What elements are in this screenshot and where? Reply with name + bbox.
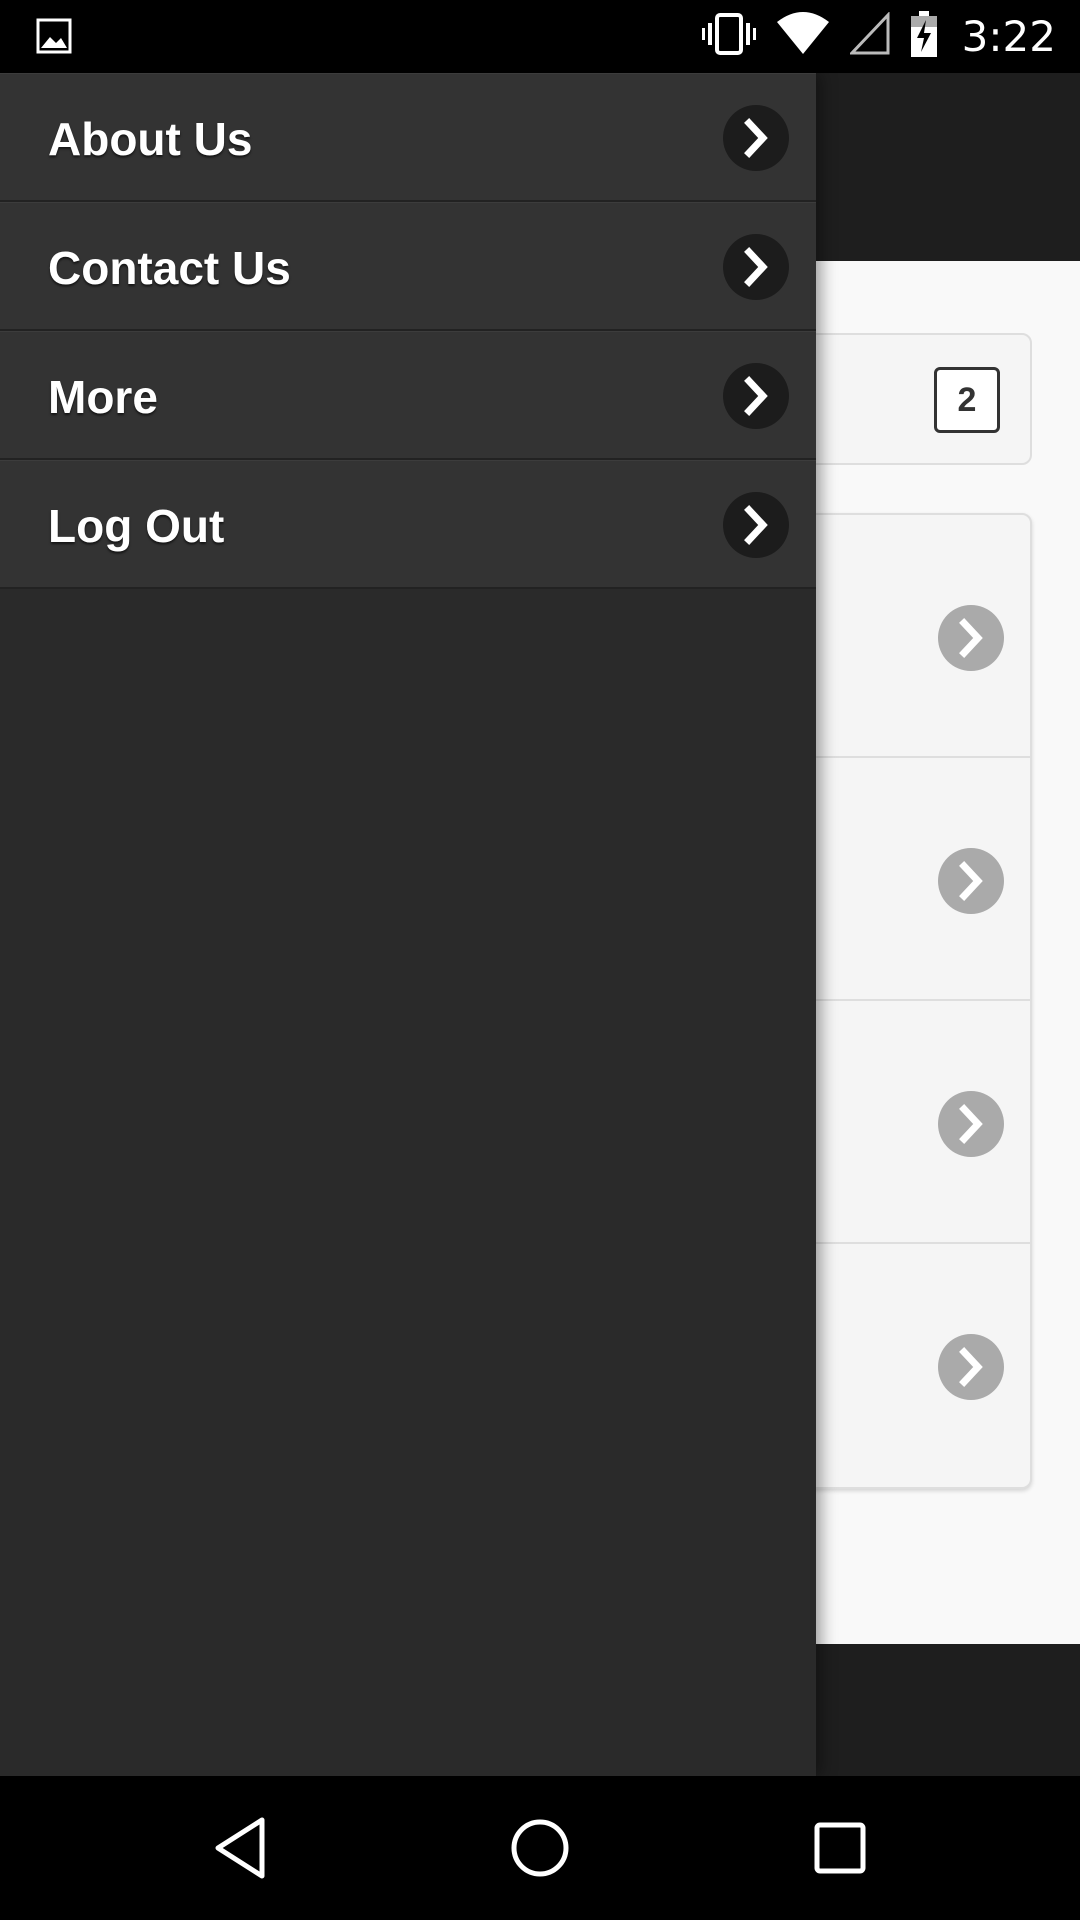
navigation-drawer: About Us Contact Us More Log Out <box>0 73 816 1776</box>
system-nav-bar <box>0 1776 1080 1920</box>
menu-item-label: About Us <box>48 112 253 165</box>
chevron-right-icon[interactable] <box>723 234 789 300</box>
chevron-right-icon[interactable] <box>938 605 1004 671</box>
chevron-right-icon[interactable] <box>723 105 789 171</box>
vibrate-icon <box>701 12 756 61</box>
home-icon[interactable] <box>500 1808 580 1888</box>
chevron-right-icon[interactable] <box>723 492 789 558</box>
image-notification-icon <box>36 18 72 54</box>
menu-item-about-us[interactable]: About Us <box>0 73 816 202</box>
chevron-right-icon[interactable] <box>723 363 789 429</box>
chevron-right-icon[interactable] <box>938 1334 1004 1400</box>
menu-item-label: Log Out <box>48 499 225 552</box>
back-icon[interactable] <box>200 1808 280 1888</box>
chevron-right-icon[interactable] <box>938 848 1004 914</box>
menu-item-log-out[interactable]: Log Out <box>0 460 816 589</box>
menu-item-more[interactable]: More <box>0 331 816 460</box>
recents-icon[interactable] <box>800 1808 880 1888</box>
menu-item-contact-us[interactable]: Contact Us <box>0 202 816 331</box>
status-bar: 3:22 <box>0 0 1080 73</box>
menu-item-label: Contact Us <box>48 241 291 294</box>
battery-charging-icon <box>910 11 938 62</box>
count-badge: 2 <box>934 367 1000 433</box>
status-time: 3:22 <box>961 12 1056 61</box>
wifi-icon <box>776 12 830 61</box>
cell-signal-icon <box>848 11 890 61</box>
menu-item-label: More <box>48 370 158 423</box>
chevron-right-icon[interactable] <box>938 1091 1004 1157</box>
